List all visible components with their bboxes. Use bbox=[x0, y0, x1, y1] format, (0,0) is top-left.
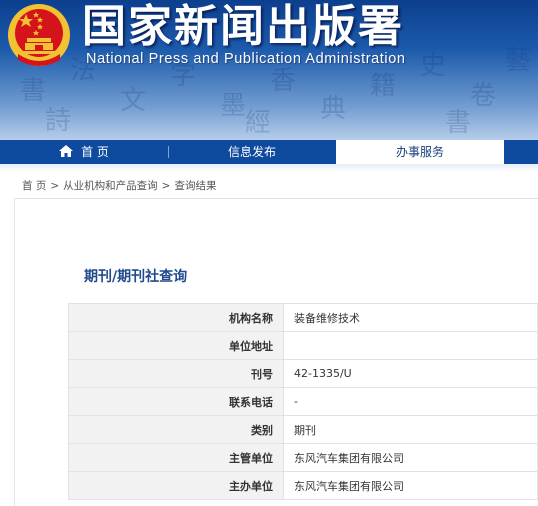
nav-item-info-release[interactable]: 信息发布 bbox=[168, 140, 336, 164]
row-value: 期刊 bbox=[283, 415, 538, 444]
page-title: 期刊/期刊社查询 bbox=[84, 269, 188, 285]
table-row: 联系电话 - bbox=[68, 387, 538, 416]
table-row: 主办单位 东风汽车集团有限公司 bbox=[68, 471, 538, 500]
national-emblem-icon bbox=[8, 4, 70, 66]
nav-item-services[interactable]: 办事服务 bbox=[336, 140, 504, 164]
breadcrumb-separator: > bbox=[50, 180, 60, 192]
site-title-english: National Press and Publication Administr… bbox=[86, 51, 406, 67]
site-title: 国家新闻出版署 bbox=[82, 1, 404, 52]
row-label: 机构名称 bbox=[68, 303, 284, 332]
breadcrumb-divider bbox=[14, 198, 538, 199]
row-label: 单位地址 bbox=[68, 331, 284, 360]
row-value: 装备维修技术 bbox=[283, 303, 538, 332]
row-value: 东风汽车集团有限公司 bbox=[283, 443, 538, 472]
row-label: 主办单位 bbox=[68, 471, 284, 500]
table-row: 单位地址 bbox=[68, 331, 538, 360]
content-border bbox=[14, 198, 15, 506]
row-label: 主管单位 bbox=[68, 443, 284, 472]
header-banner: 書法 文字 墨香 典籍 史卷 藝詩 經書 国家新闻出版署 National Pr… bbox=[0, 0, 538, 140]
row-value bbox=[283, 331, 538, 360]
table-row: 刊号 42-1335/U bbox=[68, 359, 538, 388]
breadcrumb-org-query[interactable]: 从业机构和产品查询 bbox=[63, 180, 158, 192]
row-label: 联系电话 bbox=[68, 387, 284, 416]
breadcrumb-home[interactable]: 首 页 bbox=[22, 180, 46, 192]
row-value: 东风汽车集团有限公司 bbox=[283, 471, 538, 500]
breadcrumb-result: 查询结果 bbox=[174, 180, 217, 192]
nav-item-home-label: 首 页 bbox=[81, 145, 109, 159]
main-nav: 首 页 信息发布 办事服务 bbox=[0, 140, 538, 164]
row-value: - bbox=[283, 387, 538, 416]
nav-item-home[interactable]: 首 页 bbox=[0, 140, 168, 164]
home-icon bbox=[59, 145, 74, 157]
table-row: 机构名称 装备维修技术 bbox=[68, 303, 538, 332]
table-row: 主管单位 东风汽车集团有限公司 bbox=[68, 443, 538, 472]
nav-shadow bbox=[0, 164, 538, 172]
table-row: 类别 期刊 bbox=[68, 415, 538, 444]
row-value: 42-1335/U bbox=[283, 359, 538, 388]
breadcrumb: 首 页 > 从业机构和产品查询 > 查询结果 bbox=[22, 178, 216, 193]
row-label: 类别 bbox=[68, 415, 284, 444]
row-label: 刊号 bbox=[68, 359, 284, 388]
detail-table: 机构名称 装备维修技术 单位地址 刊号 42-1335/U 联系电话 - 类别 … bbox=[68, 303, 538, 500]
breadcrumb-separator: > bbox=[161, 180, 171, 192]
